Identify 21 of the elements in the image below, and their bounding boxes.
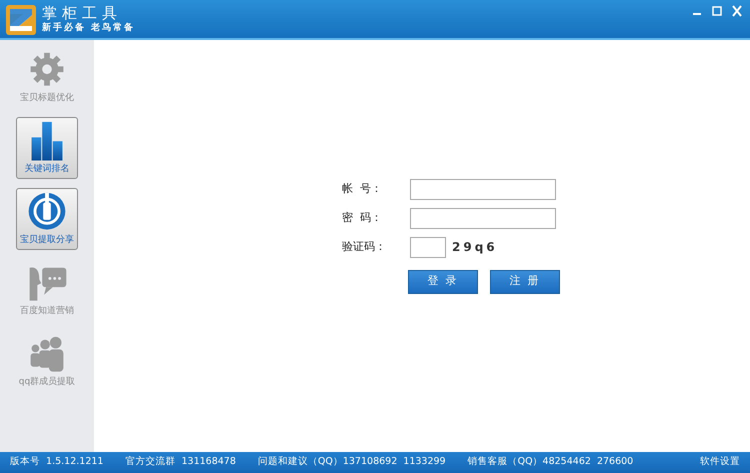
status-text: 问题和建议（QQ）137108692 1133299 [258,455,446,470]
window-subtitle: 新手必备 老鸟常备 [42,22,136,34]
sidebar-item[interactable]: 宝贝提取分享 [16,188,78,250]
captcha-field[interactable] [410,236,446,258]
login-button[interactable]: 登 录 [408,270,478,294]
password-field[interactable] [410,208,556,228]
status-text: 官方交流群 131168478 [125,455,236,470]
field-label: 密 码： [342,210,383,226]
status-text: 版本号 1.5.12.1211 [10,455,104,470]
field-label: 帐 号： [342,180,383,197]
close-icon[interactable] [730,5,744,17]
account-field[interactable] [410,178,556,200]
window-title: 掌柜工具 [42,5,123,22]
sidebar-item[interactable]: 关键词排名 [16,117,78,179]
field-label: 验证码： [342,238,387,255]
captcha-image: 29q6 [452,239,498,256]
status-text: 销售客服（QQ）48254462 276600 [468,455,634,470]
logo-icon [6,5,36,35]
maximize-icon[interactable] [710,5,724,17]
register-button[interactable]: 注 册 [490,270,560,294]
settings-link[interactable]: 软件设置 [700,455,740,470]
